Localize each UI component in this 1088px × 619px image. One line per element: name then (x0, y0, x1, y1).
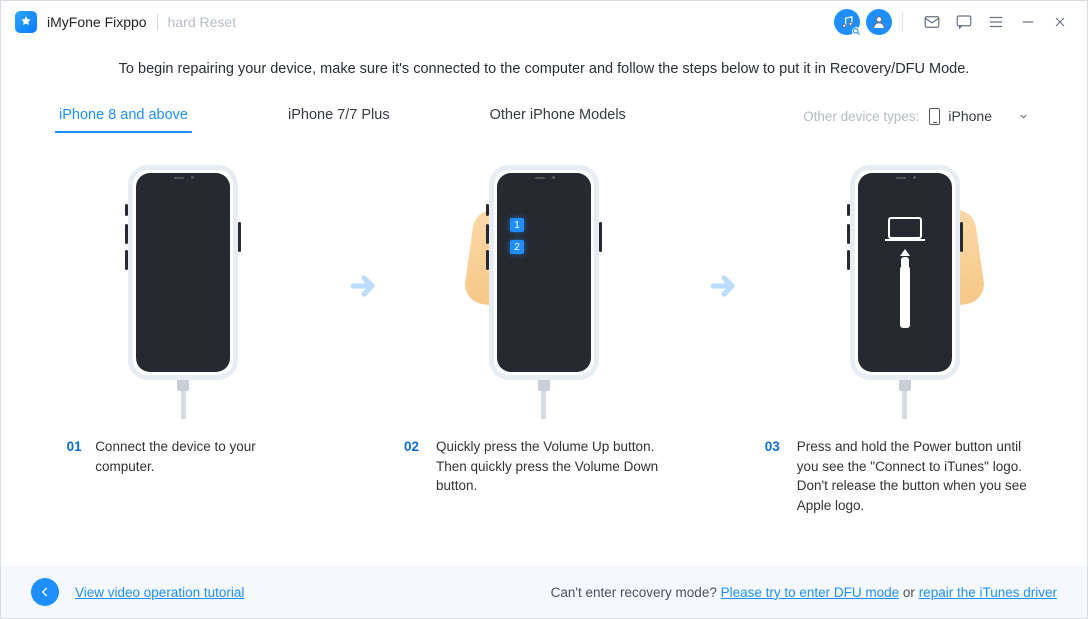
arrow-right-icon (708, 270, 740, 302)
titlebar-separator (902, 12, 903, 32)
volume-badge-2: 2 (510, 240, 524, 254)
other-types-label: Other device types: (803, 109, 919, 124)
tab-iphone-8-above[interactable]: iPhone 8 and above (59, 95, 188, 137)
phone-illustration-3 (850, 165, 960, 380)
tab-other-iphone[interactable]: Other iPhone Models (490, 95, 626, 137)
device-tabs: iPhone 8 and above iPhone 7/7 Plus Other… (31, 87, 1057, 137)
feedback-icon[interactable] (951, 9, 977, 35)
footer-hint: Can't enter recovery mode? Please try to… (551, 585, 1057, 600)
section-title: hard Reset (168, 14, 236, 30)
video-tutorial-link[interactable]: View video operation tutorial (75, 585, 244, 600)
step-3-number: 03 (765, 437, 787, 515)
titlebar-divider (157, 14, 158, 30)
selected-type: iPhone (948, 108, 992, 124)
mail-icon[interactable] (919, 9, 945, 35)
step-1: 01 Connect the device to your computer. (43, 165, 323, 476)
close-button[interactable] (1047, 9, 1073, 35)
step-2-text: Quickly press the Volume Up button. Then… (436, 437, 684, 496)
repair-driver-link[interactable]: repair the iTunes driver (919, 585, 1057, 600)
back-button[interactable] (31, 578, 59, 606)
step-3-text: Press and hold the Power button until yo… (797, 437, 1045, 515)
titlebar: iMyFone Fixppo hard Reset (1, 1, 1087, 43)
footer-bar: View video operation tutorial Can't ente… (1, 566, 1087, 618)
music-search-icon[interactable] (834, 9, 860, 35)
steps-row: 01 Connect the device to your computer. … (31, 137, 1057, 535)
phone-outline-icon (929, 108, 940, 125)
step-3: 03 Press and hold the Power button until… (765, 165, 1045, 515)
connect-itunes-icon (858, 173, 952, 372)
minimize-button[interactable] (1015, 9, 1041, 35)
step-1-number: 01 (63, 437, 85, 476)
volume-badge-1: 1 (510, 218, 524, 232)
phone-illustration-1 (128, 165, 238, 380)
step-2: 1 2 02 Quickly press the Volume Up butto… (404, 165, 684, 496)
chevron-down-icon (1018, 111, 1029, 122)
step-2-number: 02 (404, 437, 426, 496)
account-icon[interactable] (866, 9, 892, 35)
phone-illustration-2: 1 2 (489, 165, 599, 380)
dfu-mode-link[interactable]: Please try to enter DFU mode (721, 585, 900, 600)
steps-card: iPhone 8 and above iPhone 7/7 Plus Other… (31, 87, 1057, 535)
app-logo (15, 11, 37, 33)
step-1-text: Connect the device to your computer. (95, 437, 303, 476)
menu-icon[interactable] (983, 9, 1009, 35)
app-name: iMyFone Fixppo (47, 14, 147, 30)
device-type-select[interactable]: iPhone (929, 108, 1029, 125)
arrow-right-icon (348, 270, 380, 302)
tab-iphone-7[interactable]: iPhone 7/7 Plus (288, 95, 390, 137)
instruction-text: To begin repairing your device, make sur… (31, 61, 1057, 77)
